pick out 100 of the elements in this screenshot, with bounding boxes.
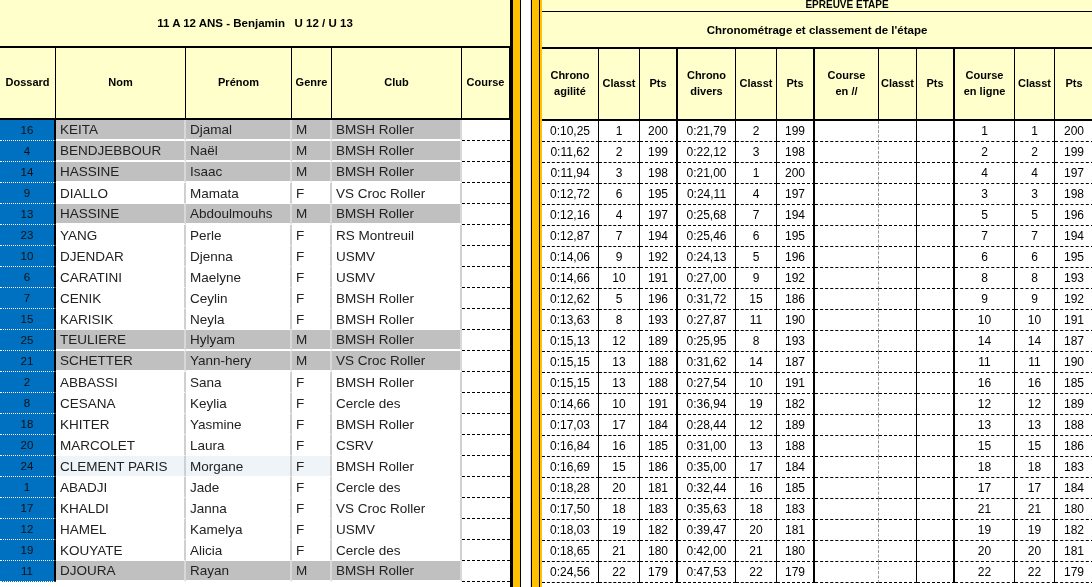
table-cell: 196 (777, 247, 815, 268)
table-cell (879, 247, 917, 268)
table-cell: 17 (955, 478, 1015, 499)
table-cell (815, 142, 879, 163)
table-cell: F (292, 246, 332, 267)
table-cell: VS Croc Roller (332, 351, 462, 372)
table-cell (815, 121, 879, 142)
table-cell: 15 (599, 457, 640, 478)
table-cell: 197 (777, 184, 815, 205)
table-cell: Isaac (186, 162, 292, 183)
table-cell: 0:21,00 (678, 163, 736, 184)
bib-number-cell: 1 (0, 477, 56, 498)
table-cell: HASSINE (56, 162, 186, 183)
table-cell: F (292, 498, 332, 519)
column-header: Course (462, 48, 510, 118)
table-cell: 4 (1015, 163, 1055, 184)
table-cell: 19 (599, 520, 640, 541)
table-cell: 199 (640, 142, 678, 163)
table-cell: 181 (777, 520, 815, 541)
table-cell: 11 (955, 352, 1015, 373)
table-cell: 0:12,87 (542, 226, 599, 247)
table-cell: 196 (640, 289, 678, 310)
table-cell: 0:27,87 (678, 310, 736, 331)
table-cell: 199 (1055, 142, 1092, 163)
table-cell: 188 (640, 352, 678, 373)
table-cell (879, 394, 917, 415)
table-cell: 190 (777, 310, 815, 331)
table-cell: 0:25,68 (678, 205, 736, 226)
table-cell: 19 (736, 394, 777, 415)
table-cell: 16 (736, 478, 777, 499)
table-cell: 197 (640, 205, 678, 226)
table-cell: 13 (599, 373, 640, 394)
table-cell: 179 (640, 562, 678, 583)
table-cell: 191 (640, 394, 678, 415)
table-cell: 10 (1015, 310, 1055, 331)
table-cell: 22 (599, 562, 640, 583)
column-header: Classt (736, 49, 777, 119)
table-cell (917, 562, 955, 583)
bib-number-cell: 19 (0, 540, 56, 561)
table-cell: 16 (955, 373, 1015, 394)
table-cell (879, 352, 917, 373)
table-cell: 199 (777, 121, 815, 142)
table-cell (815, 541, 879, 562)
table-cell: 198 (640, 163, 678, 184)
table-cell: F (292, 225, 332, 246)
table-cell (917, 352, 955, 373)
table-cell: 8 (736, 331, 777, 352)
table-cell: 19 (1015, 520, 1055, 541)
sheet-title: 11 A 12 ANS - Benjamin U 12 / U 13 (0, 0, 510, 48)
table-cell: F (292, 288, 332, 309)
table-cell: 0:47,53 (678, 562, 736, 583)
table-cell: Sana (186, 372, 292, 393)
table-cell: 195 (1055, 247, 1092, 268)
table-cell: 185 (777, 478, 815, 499)
table-cell: Janna (186, 498, 292, 519)
table-cell: 13 (736, 436, 777, 457)
table-cell: 198 (777, 142, 815, 163)
table-cell: CLEMENT PARIS (56, 456, 186, 477)
table-cell (815, 289, 879, 310)
table-cell: 192 (640, 247, 678, 268)
table-cell: 0:14,66 (542, 268, 599, 289)
table-cell: 5 (736, 247, 777, 268)
table-cell: 21 (599, 541, 640, 562)
table-cell: F (292, 267, 332, 288)
table-cell: 193 (640, 310, 678, 331)
column-header: Classt (599, 49, 640, 119)
table-cell: 179 (777, 562, 815, 583)
table-cell: 22 (736, 562, 777, 583)
table-cell: 0:24,13 (678, 247, 736, 268)
table-cell: 14 (736, 352, 777, 373)
table-cell: 186 (640, 457, 678, 478)
table-cell: 22 (955, 562, 1015, 583)
table-cell: 179 (1055, 562, 1092, 583)
table-cell (815, 352, 879, 373)
table-cell (917, 394, 955, 415)
table-cell: CSRV (332, 435, 462, 456)
table-cell: 181 (1055, 541, 1092, 562)
table-cell: 6 (599, 184, 640, 205)
table-cell (917, 478, 955, 499)
table-cell: 0:18,03 (542, 520, 599, 541)
table-cell: CESANA (56, 393, 186, 414)
bib-number-cell: 10 (0, 246, 56, 267)
table-cell: 190 (1055, 352, 1092, 373)
table-cell: 200 (1055, 121, 1092, 142)
table-cell (815, 436, 879, 457)
table-cell: 18 (736, 499, 777, 520)
table-cell: Cercle des (332, 477, 462, 498)
table-cell: 193 (777, 331, 815, 352)
bib-number-cell: 13 (0, 204, 56, 225)
table-cell: 6 (955, 247, 1015, 268)
table-cell: F (292, 519, 332, 540)
table-cell (879, 331, 917, 352)
table-cell: 0:17,03 (542, 415, 599, 436)
bib-number-cell: 24 (0, 456, 56, 477)
table-cell (917, 268, 955, 289)
table-cell: 11 (1015, 352, 1055, 373)
table-cell: 19 (955, 520, 1015, 541)
table-cell (917, 205, 955, 226)
table-cell (815, 499, 879, 520)
table-cell: 0:21,79 (678, 121, 736, 142)
